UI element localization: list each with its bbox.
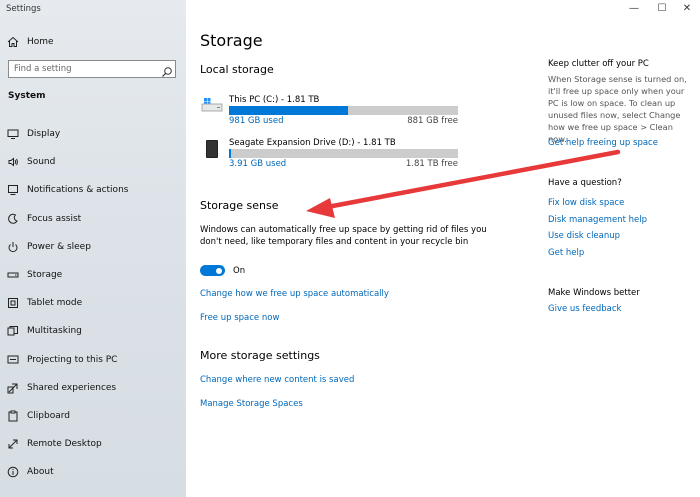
- sidebar-item-label: Clipboard: [27, 410, 70, 421]
- power-icon: [7, 241, 19, 253]
- sidebar-item-label: Power & sleep: [27, 241, 91, 252]
- sidebar-item-remote-desktop[interactable]: Remote Desktop: [0, 430, 186, 458]
- question-heading: Have a question?: [548, 178, 622, 188]
- usage-bar-fill: [229, 149, 232, 158]
- sidebar-item-focus-assist[interactable]: Focus assist: [0, 205, 186, 233]
- sidebar-item-shared-experiences[interactable]: Shared experiences: [0, 374, 186, 402]
- close-button[interactable]: ✕: [672, 0, 700, 16]
- sidebar-item-label: Home: [27, 37, 54, 47]
- search-input[interactable]: [9, 61, 155, 77]
- toggle-switch[interactable]: [200, 265, 225, 276]
- sidebar-item-about[interactable]: About: [0, 458, 186, 486]
- search-box[interactable]: [8, 60, 176, 78]
- sidebar-item-label: Remote Desktop: [27, 439, 102, 450]
- sound-icon: [7, 156, 19, 168]
- clipboard-icon: [7, 410, 19, 422]
- app-title: Settings: [6, 4, 41, 14]
- sidebar-item-label: Notifications & actions: [27, 185, 129, 196]
- disk-management-link[interactable]: Disk management help: [548, 215, 647, 225]
- drive-free: 1.81 TB free: [405, 159, 458, 169]
- drive-name: Seagate Expansion Drive (D:) - 1.81 TB: [229, 138, 396, 148]
- toggle-knob: [216, 267, 222, 274]
- drive-name: This PC (C:) - 1.81 TB: [229, 95, 320, 105]
- remote-desktop-icon: [7, 438, 19, 450]
- sidebar-item-label: About: [27, 467, 54, 478]
- sidebar-item-multitasking[interactable]: Multitasking: [0, 317, 186, 345]
- local-storage-heading: Local storage: [200, 63, 274, 76]
- sidebar-item-tablet-mode[interactable]: Tablet mode: [0, 289, 186, 317]
- shared-icon: [7, 382, 19, 394]
- windows-drive-icon: [201, 95, 223, 117]
- sidebar: Settings Home System Display Sound Notif…: [0, 0, 186, 497]
- manage-storage-spaces-link[interactable]: Manage Storage Spaces: [200, 399, 303, 409]
- storage-icon: [7, 269, 19, 281]
- get-help-link[interactable]: Get help: [548, 248, 584, 258]
- tablet-icon: [7, 297, 19, 309]
- sidebar-item-label: Display: [27, 129, 61, 140]
- drive-d[interactable]: Seagate Expansion Drive (D:) - 1.81 TB 3…: [200, 138, 460, 169]
- change-new-content-link[interactable]: Change where new content is saved: [200, 375, 354, 385]
- drive-c[interactable]: This PC (C:) - 1.81 TB 981 GB used 881 G…: [200, 95, 460, 126]
- sidebar-item-notifications[interactable]: Notifications & actions: [0, 176, 186, 204]
- free-up-space-now-link[interactable]: Free up space now: [200, 313, 279, 323]
- sidebar-item-clipboard[interactable]: Clipboard: [0, 402, 186, 430]
- section-label: System: [8, 91, 46, 101]
- make-windows-better-heading: Make Windows better: [548, 288, 640, 298]
- sidebar-item-label: Storage: [27, 270, 63, 281]
- sidebar-item-projecting[interactable]: Projecting to this PC: [0, 346, 186, 374]
- sidebar-item-label: Tablet mode: [27, 298, 83, 309]
- sidebar-item-sound[interactable]: Sound: [0, 148, 186, 176]
- minimize-button[interactable]: —: [619, 0, 649, 16]
- toggle-label: On: [233, 265, 246, 276]
- sidebar-item-label: Sound: [27, 157, 56, 168]
- about-icon: [7, 466, 19, 478]
- clutter-text: When Storage sense is turned on, it'll f…: [548, 74, 687, 144]
- projecting-icon: [7, 354, 19, 366]
- sidebar-item-display[interactable]: Display: [0, 120, 186, 148]
- clutter-heading: Keep clutter off your PC: [548, 59, 649, 69]
- sidebar-item-label: Focus assist: [27, 213, 82, 224]
- multitasking-icon: [7, 325, 19, 337]
- sidebar-item-label: Shared experiences: [27, 382, 117, 393]
- storage-sense-description: Windows can automatically free up space …: [200, 225, 487, 247]
- external-drive-icon: [201, 138, 223, 160]
- notifications-icon: [7, 184, 19, 196]
- sidebar-item-storage[interactable]: Storage: [0, 261, 186, 289]
- display-icon: [7, 128, 19, 140]
- drive-used[interactable]: 3.91 GB used: [229, 159, 286, 169]
- sidebar-item-label: Projecting to this PC: [27, 354, 118, 365]
- usage-bar: [229, 149, 458, 158]
- more-storage-heading: More storage settings: [200, 349, 320, 362]
- storage-sense-heading: Storage sense: [200, 199, 279, 212]
- give-feedback-link[interactable]: Give us feedback: [548, 304, 621, 314]
- drive-free: 881 GB free: [407, 116, 458, 126]
- sidebar-item-label: Multitasking: [27, 326, 82, 337]
- sidebar-item-power-sleep[interactable]: Power & sleep: [0, 233, 186, 261]
- usage-bar: [229, 106, 458, 115]
- search-icon[interactable]: [161, 63, 173, 77]
- usage-bar-fill: [229, 106, 349, 115]
- sidebar-nav: Display Sound Notifications & actions Fo…: [0, 120, 186, 486]
- drive-used[interactable]: 981 GB used: [229, 116, 284, 126]
- home-icon: [7, 36, 19, 48]
- sidebar-item-home[interactable]: Home: [0, 32, 186, 52]
- disk-cleanup-link[interactable]: Use disk cleanup: [548, 231, 620, 241]
- get-help-freeing-link[interactable]: Get help freeing up space: [548, 138, 658, 148]
- change-free-up-link[interactable]: Change how we free up space automaticall…: [200, 289, 389, 299]
- storage-sense-toggle[interactable]: On: [200, 265, 245, 276]
- focus-assist-icon: [7, 213, 19, 225]
- page-title: Storage: [200, 31, 263, 50]
- fix-low-disk-link[interactable]: Fix low disk space: [548, 198, 624, 208]
